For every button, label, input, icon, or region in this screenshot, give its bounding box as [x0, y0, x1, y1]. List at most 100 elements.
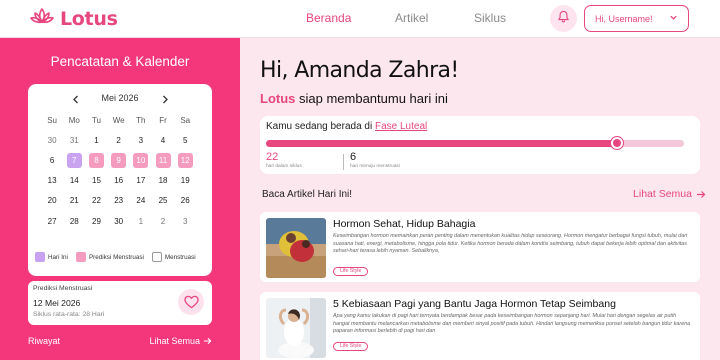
weekday-label: We — [112, 115, 125, 125]
article-card[interactable]: 5 Kebiasaan Pagi yang Bantu Jaga Hormon … — [260, 292, 700, 360]
article-excerpt: Apa yang kamu lakukan di pagi hari terny… — [333, 313, 691, 335]
calendar-day-predicted: 10 — [133, 152, 149, 168]
legend-swatch — [75, 252, 86, 262]
calendar-day[interactable]: 27 — [41, 217, 63, 226]
phase-text: Kamu sedang berada di Fase Luteal — [266, 121, 427, 132]
calendar-day[interactable]: 7 — [63, 152, 85, 168]
calendar-day[interactable]: 6 — [41, 156, 63, 165]
article-tag[interactable]: Life Style — [333, 267, 369, 276]
greeting-title: Hi, Amanda Zahra! — [260, 58, 459, 83]
chevron-right-icon — [163, 95, 168, 103]
cycle-progress-bar — [266, 137, 684, 149]
calendar-day[interactable]: 3 — [174, 217, 196, 226]
main-content: Hi, Amanda Zahra! Lotus siap membantumu … — [240, 38, 720, 360]
cycle-phase-card: Kamu sedang berada di Fase Luteal 22 har… — [260, 116, 700, 174]
article-card[interactable]: Hormon Sehat, Hidup Bahagia Keseimbangan… — [260, 212, 700, 282]
calendar-week-row: 27 28 29 30 1 2 3 — [41, 211, 213, 231]
calendar-day[interactable]: 2 — [152, 217, 174, 226]
calendar-day[interactable]: 25 — [152, 196, 174, 205]
calendar-day[interactable]: 9 — [108, 152, 130, 168]
nav-beranda[interactable]: Beranda — [306, 11, 351, 25]
calendar-week-row: 13 14 15 16 17 18 19 — [41, 171, 213, 191]
prediction-label: Prediksi Menstruasi — [33, 285, 93, 292]
calendar-day[interactable]: 24 — [130, 196, 152, 205]
calendar-day[interactable]: 22 — [85, 196, 107, 205]
logo[interactable]: Lotus — [30, 6, 118, 31]
prediction-card: Prediksi Menstruasi 12 Mei 2026 Siklus r… — [28, 281, 212, 325]
calendar-week-row: 6 7 8 9 10 11 12 — [41, 150, 213, 170]
calendar-day[interactable]: 18 — [152, 176, 174, 185]
weekday-label: Su — [47, 115, 57, 125]
calendar-day[interactable]: 15 — [85, 176, 107, 185]
days-in-cycle-value: 22 — [266, 151, 279, 163]
calendar-day[interactable]: 8 — [85, 152, 107, 168]
greeting-subtitle: Lotus siap membantumu hari ini — [260, 91, 448, 106]
cycle-progress-knob — [611, 137, 624, 149]
history-header: Riwayat Lihat Semua — [28, 336, 212, 350]
calendar-day[interactable]: 1 — [130, 217, 152, 226]
legend-item: Menstruasi — [151, 252, 196, 262]
calendar-day[interactable]: 16 — [108, 176, 130, 185]
article-image — [266, 298, 326, 358]
lotus-icon — [30, 6, 54, 31]
legend-item: Hari Ini — [35, 252, 68, 262]
arrow-right-icon — [697, 190, 706, 198]
nav-siklus[interactable]: Siklus — [474, 11, 506, 25]
calendar-day[interactable]: 14 — [63, 176, 85, 185]
calendar-day[interactable]: 26 — [174, 196, 196, 205]
calendar-day[interactable]: 12 — [174, 152, 196, 168]
phase-link[interactable]: Fase Luteal — [375, 121, 427, 132]
calendar-day[interactable]: 19 — [174, 176, 196, 185]
weekday-label: Fr — [159, 115, 167, 125]
articles-see-all-link[interactable]: Lihat Semua — [633, 188, 706, 200]
weekday-label: Sa — [180, 115, 191, 125]
nav-artikel[interactable]: Artikel — [395, 11, 428, 25]
calendar-day[interactable]: 10 — [130, 152, 152, 168]
calendar-day[interactable]: 31 — [63, 136, 85, 145]
calendar-day[interactable]: 30 — [108, 217, 130, 226]
article-title: Hormon Sehat, Hidup Bahagia — [333, 218, 476, 230]
calendar-day[interactable]: 11 — [152, 152, 174, 168]
calendar-grid: Su Mo Tu We Th Fr Sa 30 31 1 2 3 4 5 6 7 8 9 10 11 12 13 14 15 1… — [41, 110, 213, 231]
legend-label: Menstruasi — [164, 253, 196, 261]
days-to-menstruation-stat: 6 hari menuju menstruasi — [350, 151, 400, 170]
notifications-button[interactable] — [550, 5, 577, 32]
calendar-day[interactable]: 13 — [41, 176, 63, 185]
favorite-button[interactable] — [178, 289, 204, 315]
article-tag[interactable]: Life Style — [333, 342, 369, 351]
articles-header: Baca Artikel Hari Ini! Lihat Semua — [262, 188, 706, 203]
calendar-day[interactable]: 2 — [108, 136, 130, 145]
calendar-next-button[interactable] — [159, 92, 171, 106]
calendar-day[interactable]: 1 — [85, 136, 107, 145]
calendar-month-label: Mei 2026 — [101, 93, 139, 103]
calendar-weekday-row: Su Mo Tu We Th Fr Sa — [41, 110, 213, 130]
phase-prefix: Kamu sedang berada di — [266, 121, 375, 132]
days-in-cycle-stat: 22 hari dalam siklus — [266, 151, 302, 170]
cycle-progress-fill — [266, 140, 618, 147]
days-to-menstruation-caption: hari menuju menstruasi — [350, 164, 400, 169]
calendar-day[interactable]: 4 — [152, 136, 174, 145]
calendar-day-predicted: 11 — [155, 152, 171, 168]
legend-label: Hari Ini — [48, 253, 68, 261]
calendar-prev-button[interactable] — [70, 92, 82, 106]
articles-title: Baca Artikel Hari Ini! — [262, 189, 353, 200]
calendar-day[interactable]: 29 — [85, 217, 107, 226]
heart-icon — [183, 295, 199, 309]
calendar-day[interactable]: 21 — [63, 196, 85, 205]
calendar-day[interactable]: 17 — [130, 176, 152, 185]
article-excerpt: Keseimbangan hormon memainkan peran pent… — [333, 233, 688, 255]
calendar-day[interactable]: 5 — [174, 136, 196, 145]
days-to-menstruation-value: 6 — [350, 151, 357, 163]
history-see-all-link[interactable]: Lihat Semua — [149, 336, 212, 346]
subtitle-text: siap membantumu hari ini — [295, 91, 448, 106]
weekday-label: Tu — [91, 115, 101, 125]
calendar-day[interactable]: 28 — [63, 217, 85, 226]
calendar-legend: Hari Ini Prediksi Menstruasi Menstruasi — [28, 246, 212, 268]
calendar-day[interactable]: 3 — [130, 136, 152, 145]
calendar-day[interactable]: 23 — [108, 196, 130, 205]
user-menu-button[interactable]: Hi, Username! — [584, 5, 689, 32]
calendar-day[interactable]: 20 — [41, 196, 63, 205]
sidebar: Pencatatan & Kalender Mei 2026 Su Mo Tu We T… — [0, 38, 240, 360]
calendar-day[interactable]: 30 — [41, 136, 63, 145]
prediction-date: 12 Mei 2026 — [33, 298, 81, 308]
